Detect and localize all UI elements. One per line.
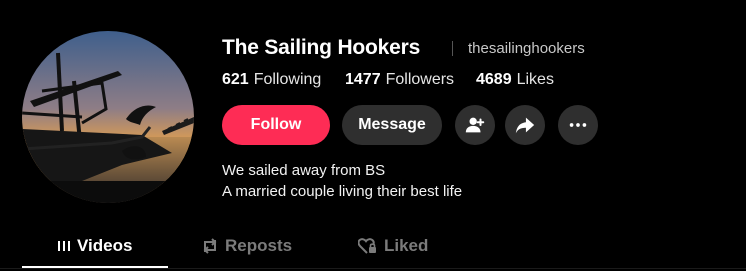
tabs-divider: [0, 268, 746, 269]
repost-icon: [203, 238, 217, 254]
tab-reposts[interactable]: Reposts: [201, 234, 292, 258]
likes-label: Likes: [516, 71, 554, 88]
bio-line: We sailed away from BS: [222, 162, 386, 179]
share-button[interactable]: [505, 105, 545, 145]
tab-label: Liked: [384, 236, 429, 255]
tab-label: Reposts: [225, 236, 293, 255]
profile-handle: thesailinghookers: [468, 40, 585, 57]
profile-display-name: The Sailing Hookers: [222, 36, 421, 59]
bio-line: A married couple living their best life: [222, 183, 463, 200]
tab-videos[interactable]: Videos: [57, 234, 132, 258]
heart-lock-icon: [358, 238, 376, 254]
following-stat[interactable]: 621 Following: [222, 71, 321, 89]
likes-stat: 4689 Likes: [476, 71, 554, 89]
more-dots-icon: [569, 123, 587, 127]
follow-button[interactable]: Follow: [222, 105, 330, 145]
followers-count: 1477: [345, 71, 381, 88]
followers-stat[interactable]: 1477 Followers: [345, 71, 454, 89]
share-arrow-icon: [515, 117, 535, 134]
tab-label: Videos: [77, 236, 133, 255]
profile-bio: We sailed away from BS A married couple …: [222, 160, 462, 202]
likes-count: 4689: [476, 71, 512, 88]
following-label: Following: [253, 71, 322, 88]
profile-avatar[interactable]: [22, 31, 194, 203]
followers-label: Followers: [385, 71, 455, 88]
grid-bars-icon: [58, 241, 70, 251]
add-user-icon: [465, 117, 485, 133]
message-button[interactable]: Message: [342, 105, 442, 145]
add-friend-button[interactable]: [455, 105, 495, 145]
following-count: 621: [222, 71, 249, 88]
sailboat-sunset-avatar: [22, 31, 194, 203]
more-options-button[interactable]: [558, 105, 598, 145]
name-separator: [452, 41, 453, 56]
tab-liked[interactable]: Liked: [358, 234, 428, 258]
